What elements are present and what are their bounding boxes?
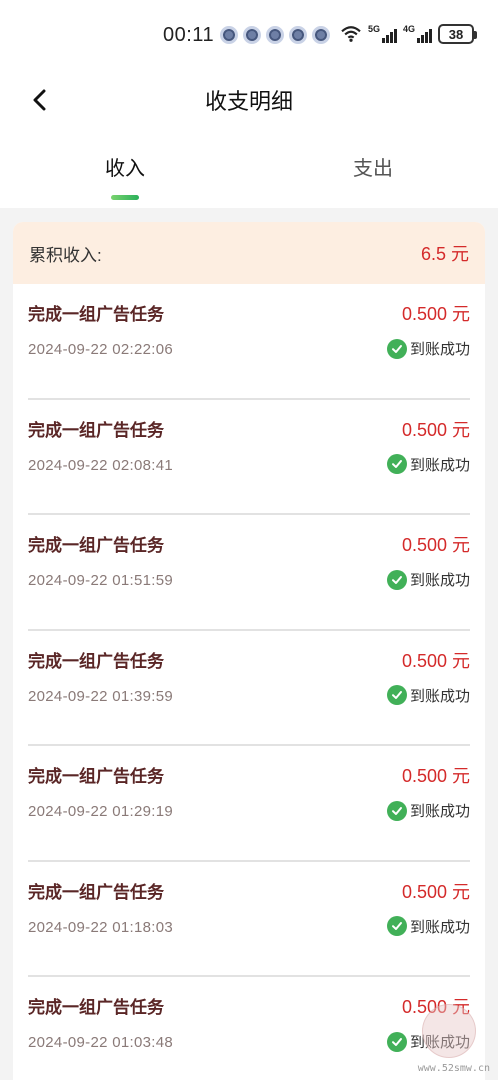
record-status: 到账成功 xyxy=(386,454,470,475)
list-item[interactable]: 完成一组广告任务 0.500 元 2024-09-22 02:22:06 到账成… xyxy=(13,284,485,400)
record-time: 2024-09-22 01:39:59 xyxy=(28,687,173,705)
page-title: 收支明细 xyxy=(204,89,293,114)
record-time: 2024-09-22 01:51:59 xyxy=(28,572,173,589)
list-item[interactable]: 完成一组广告任务 0.500 元 2024-09-22 01:51:59 到账成… xyxy=(13,515,485,631)
watermark-logo xyxy=(422,1004,476,1058)
records-card: 累积收入: 6.5 元 完成一组广告任务 0.500 元 2024-09-22 … xyxy=(13,222,485,1080)
check-circle-icon xyxy=(386,338,407,359)
summary-label: 累积收入: xyxy=(29,245,102,265)
header: 收支明细 xyxy=(0,72,498,128)
record-status: 到账成功 xyxy=(386,916,470,937)
record-title: 完成一组广告任务 xyxy=(28,651,164,671)
record-status: 到账成功 xyxy=(386,685,470,706)
status-text: 到账成功 xyxy=(409,572,470,589)
summary-value: 6.5 元 xyxy=(420,244,469,264)
wifi-icon xyxy=(341,26,361,42)
battery-icon: 38 xyxy=(438,24,477,44)
record-title: 完成一组广告任务 xyxy=(28,420,164,440)
record-amount: 0.500 元 xyxy=(401,304,470,324)
income-summary: 累积收入: 6.5 元 xyxy=(13,222,485,284)
check-circle-icon xyxy=(386,1031,407,1052)
list-item[interactable]: 完成一组广告任务 0.500 元 2024-09-22 01:29:19 到账成… xyxy=(13,746,485,862)
check-circle-icon xyxy=(386,800,407,821)
record-amount: 0.500 元 xyxy=(401,535,470,555)
record-title: 完成一组广告任务 xyxy=(28,998,164,1017)
notification-app-icon xyxy=(243,26,261,44)
record-amount: 0.500 元 xyxy=(401,650,470,671)
record-time: 2024-09-22 02:22:06 xyxy=(28,341,173,358)
record-amount: 0.500 元 xyxy=(401,766,470,786)
status-text: 到账成功 xyxy=(409,456,470,474)
notification-icons xyxy=(220,26,330,44)
notification-app-icon xyxy=(289,26,307,44)
tab-bar: 收入 支出 xyxy=(0,140,498,208)
record-title: 完成一组广告任务 xyxy=(28,305,164,324)
status-text: 到账成功 xyxy=(409,918,470,936)
network-type-label: 4G xyxy=(403,24,416,34)
record-amount: 0.500 元 xyxy=(401,419,470,440)
signal-4g-icon: 4G xyxy=(403,24,432,43)
status-text: 到账成功 xyxy=(409,803,470,820)
status-text: 到账成功 xyxy=(409,341,470,358)
record-status: 到账成功 xyxy=(386,569,470,590)
content-area: 累积收入: 6.5 元 完成一组广告任务 0.500 元 2024-09-22 … xyxy=(0,208,498,1080)
status-bar: 00:11 5G 4G 38 xyxy=(0,0,498,72)
record-time: 2024-09-22 02:08:41 xyxy=(28,456,173,474)
status-text: 到账成功 xyxy=(409,687,470,705)
watermark-text: www.52smw.cn xyxy=(417,1063,490,1074)
record-title: 完成一组广告任务 xyxy=(28,882,164,902)
battery-level: 38 xyxy=(448,26,464,42)
list-item[interactable]: 完成一组广告任务 0.500 元 2024-09-22 01:39:59 到账成… xyxy=(13,631,485,746)
check-circle-icon xyxy=(386,916,407,936)
record-time: 2024-09-22 01:18:03 xyxy=(28,918,173,936)
record-amount: 0.500 元 xyxy=(401,881,470,902)
notification-app-icon xyxy=(220,26,238,44)
check-circle-icon xyxy=(386,685,407,705)
record-list: 完成一组广告任务 0.500 元 2024-09-22 02:22:06 到账成… xyxy=(13,284,485,1080)
record-status: 到账成功 xyxy=(386,800,470,821)
check-circle-icon xyxy=(386,569,407,590)
list-item[interactable]: 完成一组广告任务 0.500 元 2024-09-22 01:18:03 到账成… xyxy=(13,862,485,977)
signal-5g-icon: 5G xyxy=(368,24,397,43)
record-status: 到账成功 xyxy=(386,338,470,359)
notification-app-icon xyxy=(312,26,330,44)
record-time: 2024-09-22 01:29:19 xyxy=(28,803,173,820)
record-title: 完成一组广告任务 xyxy=(28,767,164,786)
site-watermark: www.52smw.cn xyxy=(408,1000,490,1074)
status-time: 00:11 xyxy=(163,24,215,46)
tab-expense[interactable]: 支出 xyxy=(313,152,433,181)
tab-active-indicator xyxy=(111,195,139,200)
check-circle-icon xyxy=(386,454,407,474)
record-time: 2024-09-22 01:03:48 xyxy=(28,1034,173,1051)
tab-income[interactable]: 收入 xyxy=(65,152,185,181)
network-type-label: 5G xyxy=(368,24,381,34)
notification-app-icon xyxy=(266,26,284,44)
system-icons: 5G 4G 38 xyxy=(340,24,477,44)
list-item[interactable]: 完成一组广告任务 0.500 元 2024-09-22 02:08:41 到账成… xyxy=(13,400,485,515)
record-title: 完成一组广告任务 xyxy=(28,536,164,555)
